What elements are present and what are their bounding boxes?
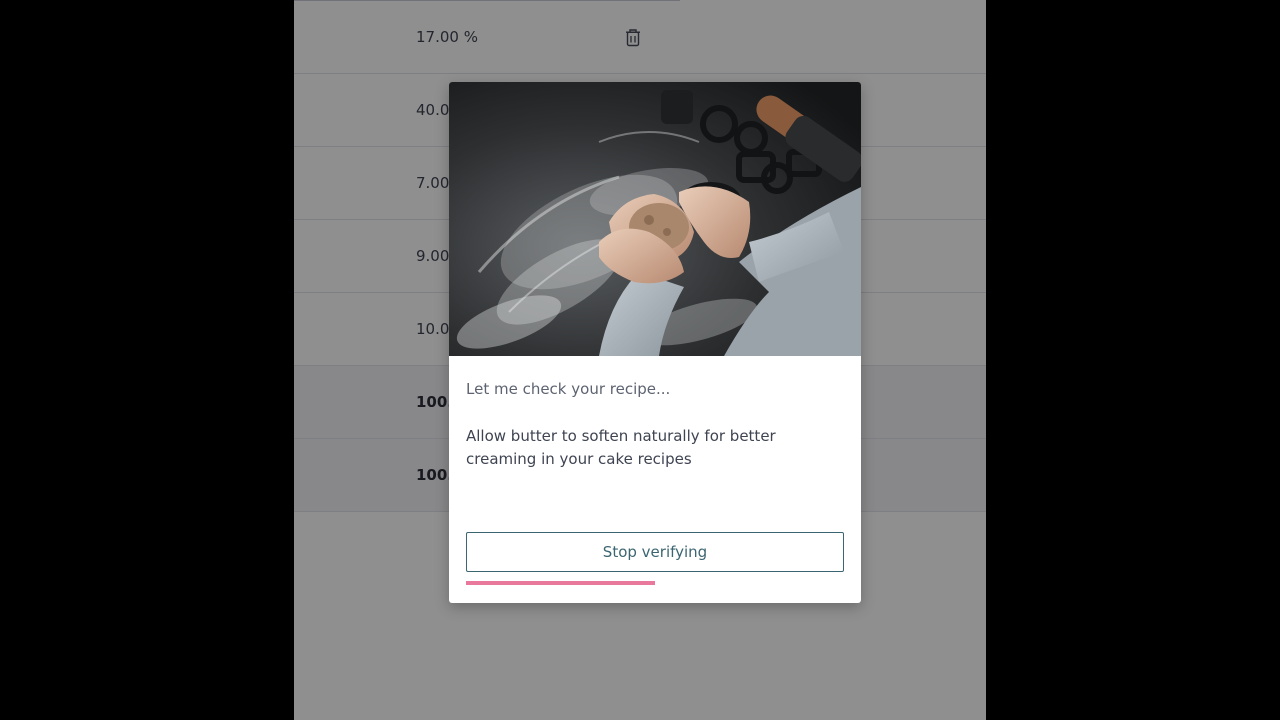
tip-message: Allow butter to soften naturally for bet…: [466, 427, 776, 468]
verification-dialog: Let me check your recipe... Allow butter…: [449, 82, 861, 603]
stop-verifying-button[interactable]: Stop verifying: [466, 532, 844, 572]
status-message: Let me check your recipe...: [466, 380, 671, 398]
progress-bar-fill: [466, 581, 655, 585]
kneading-dough-photo: [449, 82, 861, 356]
progress-bar: [466, 581, 844, 585]
